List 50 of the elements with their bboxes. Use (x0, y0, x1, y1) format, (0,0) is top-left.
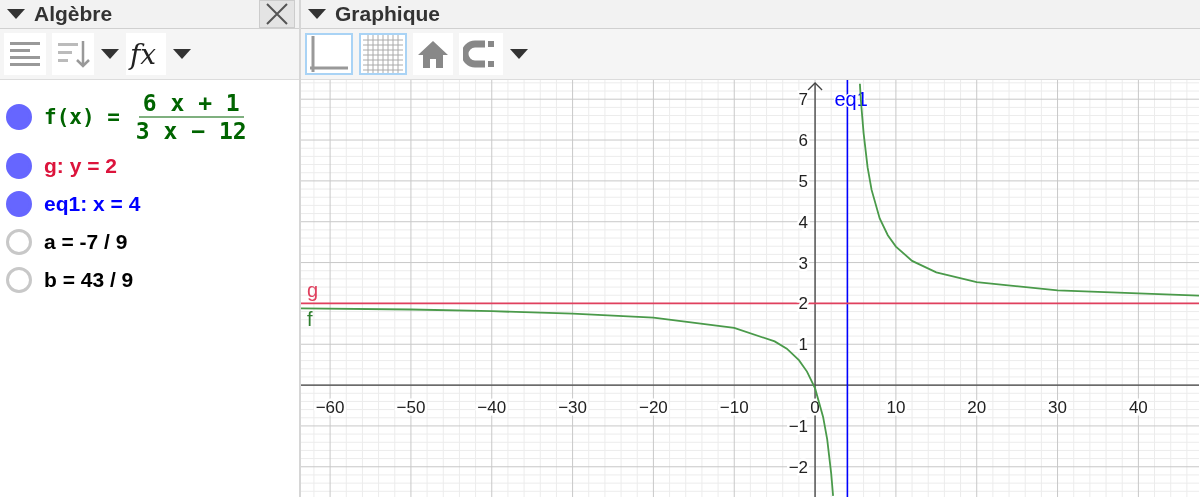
close-button[interactable] (259, 0, 295, 28)
y-tick-label: 3 (798, 253, 809, 273)
visibility-toggle[interactable] (6, 229, 32, 255)
visibility-toggle[interactable] (6, 267, 32, 293)
x-tick-label: −60 (315, 398, 345, 418)
numerator: 6 x + 1 (138, 90, 244, 118)
x-tick-label: −30 (558, 398, 587, 418)
visibility-toggle[interactable] (6, 191, 32, 217)
axes-button[interactable] (305, 33, 353, 75)
x-tick-label: −10 (719, 398, 749, 418)
y-tick-label: 1 (798, 335, 809, 355)
close-icon (265, 2, 289, 26)
dropdown-icon (509, 48, 529, 60)
sort-icon (56, 38, 90, 70)
denominator: 3 x − 12 (134, 118, 248, 144)
home-button[interactable] (413, 33, 453, 75)
visibility-toggle[interactable] (6, 104, 32, 130)
x-tick-label: 20 (967, 398, 987, 418)
x-tick-label: −20 (639, 398, 668, 418)
y-tick-label: 7 (798, 90, 809, 110)
home-icon (417, 39, 449, 69)
sort-button[interactable] (52, 33, 94, 75)
algebra-entry[interactable]: b = 43 / 9 (44, 268, 134, 292)
x-tick-label: 40 (1128, 398, 1148, 418)
x-tick-label: 30 (1048, 398, 1067, 418)
curve-label: g (307, 279, 319, 302)
x-tick-label: 10 (886, 398, 906, 418)
collapse-icon (6, 8, 26, 20)
collapse-icon (307, 8, 327, 20)
grid-icon (363, 35, 403, 73)
description-button[interactable] (4, 33, 46, 75)
panel-title: Graphique (335, 2, 440, 26)
x-tick-label: −40 (477, 398, 507, 418)
curve-label: f (307, 308, 313, 331)
y-tick-label: 5 (798, 171, 809, 191)
function-name: f(x) = (44, 105, 120, 129)
input-button[interactable]: fx (126, 33, 166, 75)
y-tick-label: 6 (798, 131, 809, 151)
algebra-entry[interactable]: g: y = 2 (44, 154, 117, 178)
algebra-entry[interactable]: eq1: x = 4 (44, 192, 141, 216)
visibility-toggle[interactable] (6, 153, 32, 179)
x-tick-label: −50 (396, 398, 426, 418)
panel-title: Algèbre (34, 2, 113, 26)
grid-button[interactable] (359, 33, 407, 75)
magnet-button[interactable] (459, 33, 503, 75)
algebra-entry[interactable]: a = -7 / 9 (44, 230, 128, 254)
axes-icon (309, 35, 349, 73)
y-tick-label: −1 (788, 416, 809, 436)
y-tick-label: 4 (798, 212, 809, 232)
y-tick-label: −2 (788, 457, 809, 477)
